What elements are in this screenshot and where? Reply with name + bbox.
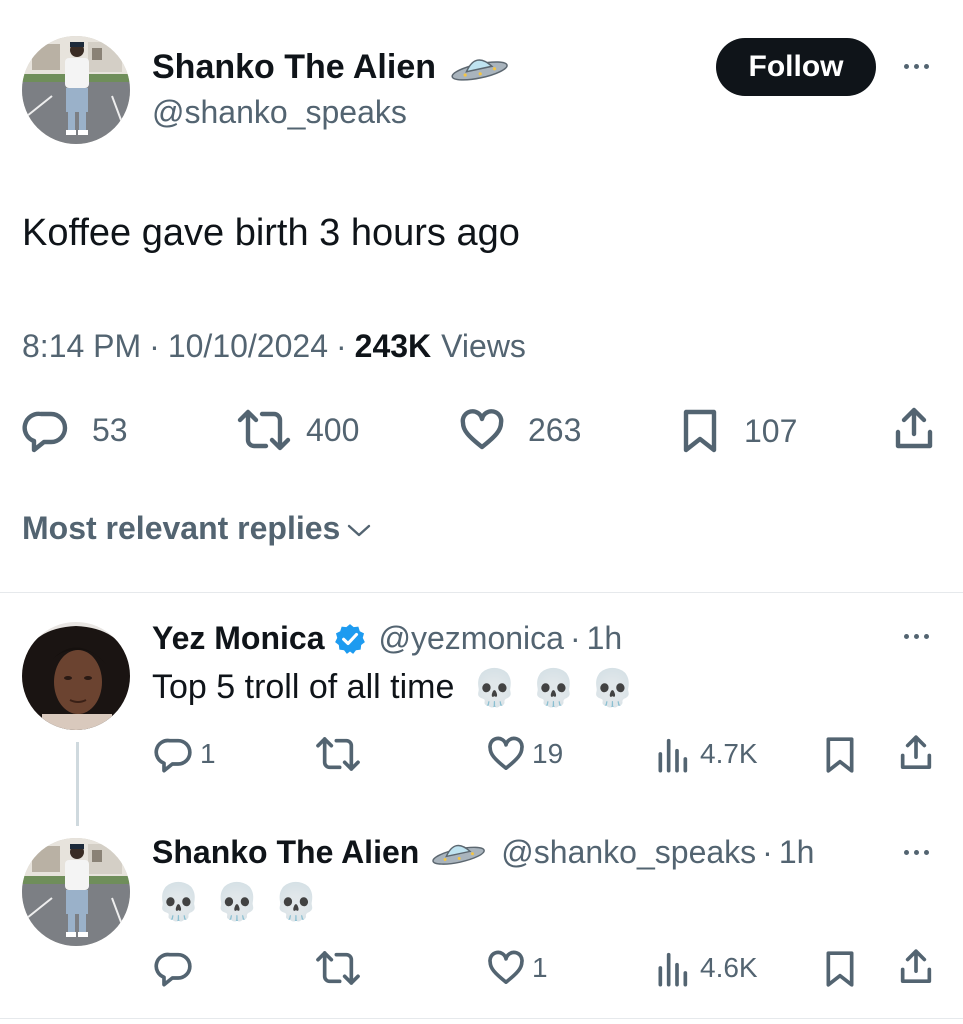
bookmark-icon <box>826 951 854 987</box>
like-icon <box>460 409 504 450</box>
thread-connector <box>76 742 79 826</box>
views-count: 243K <box>354 328 432 364</box>
meta-separator: · <box>149 328 160 364</box>
replies-sort-label: Most relevant replies <box>22 510 341 546</box>
bookmark-action[interactable] <box>820 948 860 990</box>
reply-author-name[interactable]: Shanko The Alien <box>152 834 419 871</box>
tweet-date: 10/10/2024 <box>167 328 328 364</box>
reply-icon <box>22 411 68 453</box>
share-icon <box>895 407 933 449</box>
meta-separator: · <box>762 834 773 870</box>
ufo-icon <box>432 844 486 865</box>
reply-count: 1 <box>200 738 216 769</box>
tweet-meta: 8:14 PM · 10/10/2024 · 243K Views <box>22 328 526 365</box>
avatar-photo <box>22 622 130 730</box>
reply-action[interactable]: 53 <box>22 406 128 454</box>
author-avatar[interactable] <box>22 36 130 144</box>
views-label: Views <box>441 328 526 364</box>
views-count: 4.6K <box>700 952 758 983</box>
repost-action[interactable] <box>314 734 362 774</box>
like-action[interactable]: 1 <box>486 948 548 988</box>
views-icon <box>658 738 688 773</box>
skull-emoji: 💀 <box>590 666 635 708</box>
skull-emoji: 💀 <box>214 881 260 922</box>
section-divider <box>0 1018 963 1019</box>
tweet-text: Koffee gave birth 3 hours ago <box>22 212 520 254</box>
like-icon <box>488 950 524 984</box>
repost-action[interactable]: 400 <box>236 406 359 454</box>
follow-button[interactable]: Follow <box>716 38 876 96</box>
author-handle[interactable]: @shanko_speaks <box>152 94 407 131</box>
more-icon[interactable] <box>904 634 929 639</box>
author-name-row: Shanko The Alien <box>152 48 510 87</box>
repost-icon <box>316 951 360 985</box>
bookmark-icon <box>683 409 717 453</box>
repost-action[interactable] <box>314 948 362 988</box>
more-icon[interactable] <box>904 64 929 69</box>
skull-emoji: 💀 <box>273 881 319 922</box>
bookmark-action[interactable]: 107 <box>676 406 797 456</box>
section-divider <box>0 592 963 593</box>
ufo-icon <box>451 58 508 81</box>
share-action[interactable] <box>896 732 936 774</box>
more-icon[interactable] <box>904 850 929 855</box>
reply-header: Yez Monica @yezmonica · 1h <box>152 620 622 657</box>
like-action[interactable]: 19 <box>486 734 563 774</box>
reply-icon <box>154 952 192 987</box>
share-action[interactable] <box>890 404 938 454</box>
reply-handle[interactable]: @shanko_speaks <box>501 834 756 871</box>
views-icon <box>658 952 688 987</box>
reply-avatar[interactable] <box>22 838 130 946</box>
reply-icon <box>154 738 192 773</box>
share-icon <box>900 735 932 769</box>
reply-body: Top 5 troll of all time 💀 💀 💀 <box>152 668 649 707</box>
follow-button-label: Follow <box>748 50 844 83</box>
views-count: 4.7K <box>700 738 758 769</box>
like-count: 1 <box>532 952 548 983</box>
views-action[interactable]: 4.7K <box>654 734 758 774</box>
author-name[interactable]: Shanko The Alien <box>152 48 436 87</box>
repost-count: 400 <box>306 411 360 448</box>
chevron-down-icon <box>348 524 371 536</box>
reply-handle[interactable]: @yezmonica <box>379 620 564 657</box>
like-icon <box>488 736 524 770</box>
avatar-photo <box>22 838 130 946</box>
repost-icon <box>316 737 360 771</box>
avatar-photo <box>22 36 130 144</box>
reply-action[interactable]: 1 <box>154 734 216 774</box>
share-icon <box>900 949 932 983</box>
meta-separator: · <box>569 620 581 656</box>
bookmark-count: 107 <box>744 412 798 449</box>
like-count: 263 <box>528 411 582 448</box>
reply-action[interactable] <box>154 948 194 988</box>
like-action[interactable]: 263 <box>458 406 581 454</box>
verified-badge-icon <box>334 623 365 654</box>
skull-emoji: 💀 <box>531 666 577 708</box>
reply-age: 1h <box>778 834 815 870</box>
skull-emoji: 💀 <box>472 666 518 708</box>
bookmark-icon <box>826 737 854 773</box>
reply-body: 💀 💀 💀 <box>156 884 332 920</box>
reply-author-name[interactable]: Yez Monica <box>152 620 325 657</box>
reply-age: 1h <box>586 620 623 656</box>
reply-avatar[interactable] <box>22 622 130 730</box>
like-count: 19 <box>532 738 564 769</box>
bookmark-action[interactable] <box>820 734 860 776</box>
views-action[interactable]: 4.6K <box>654 948 758 988</box>
share-action[interactable] <box>896 946 936 988</box>
meta-separator: · <box>335 328 347 364</box>
reply-count: 53 <box>92 411 128 448</box>
skull-emoji: 💀 <box>156 881 201 922</box>
repost-icon <box>237 409 291 451</box>
tweet-time: 8:14 PM <box>22 328 142 364</box>
reply-header: Shanko The Alien @shanko_speaks · 1h <box>152 834 814 871</box>
replies-sort-dropdown[interactable]: Most relevant replies <box>22 510 372 547</box>
reply-text: Top 5 troll of all time <box>152 668 455 706</box>
